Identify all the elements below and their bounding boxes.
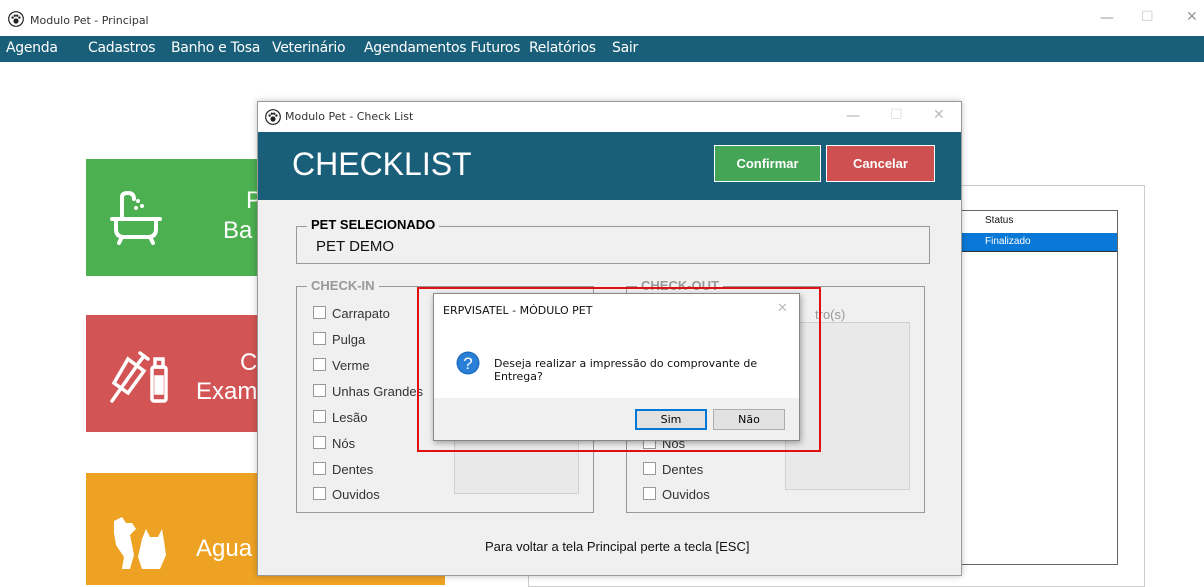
confirm-button[interactable]: Confirmar — [714, 145, 821, 182]
checkbox[interactable] — [313, 462, 326, 475]
checkbox[interactable] — [643, 462, 656, 475]
dialog-close-icon[interactable]: ✕ — [777, 300, 788, 316]
checkin-unhas-grandes[interactable]: Unhas Grandes — [313, 384, 423, 399]
main-title-bar: Modulo Pet - Principal — ☐ ✕ — [0, 0, 1204, 36]
minimize-button[interactable]: — — [1100, 10, 1114, 26]
grid-cell-status: Finalizado — [985, 236, 1031, 247]
checklist-close-button[interactable]: ✕ — [933, 107, 945, 123]
checklist-heading: CHECKLIST — [292, 146, 472, 182]
yes-button[interactable]: Sim — [635, 409, 707, 430]
maximize-button[interactable]: ☐ — [1141, 9, 1154, 25]
dialog-title: ERPVISATEL - MÓDULO PET — [443, 304, 593, 317]
checkbox[interactable] — [313, 436, 326, 449]
footer-hint: Para voltar a tela Principal perte a tec… — [485, 539, 750, 554]
checkin-group-title: CHECK-IN — [307, 278, 379, 293]
paw-logo-icon — [265, 109, 281, 125]
checklist-header: CHECKLIST Confirmar Cancelar — [258, 132, 961, 200]
checkbox[interactable] — [313, 358, 326, 371]
main-window-title: Modulo Pet - Principal — [30, 14, 149, 27]
menu-veterinario[interactable]: Veterinário — [272, 40, 346, 56]
tile-banho-line2: Ba — [223, 217, 253, 244]
pet-selected-group-title: PET SELECIONADO — [307, 217, 440, 232]
checkbox[interactable] — [313, 332, 326, 345]
checklist-maximize-button[interactable]: ☐ — [890, 107, 903, 123]
bathtub-icon — [108, 190, 164, 250]
menu-sair[interactable]: Sair — [612, 40, 638, 56]
checkbox[interactable] — [313, 306, 326, 319]
checkin-dentes[interactable]: Dentes — [313, 462, 373, 477]
grid-header-status[interactable]: Status — [985, 215, 1013, 226]
checkout-dentes[interactable]: Dentes — [643, 462, 703, 477]
checklist-title-bar: Modulo Pet - Check List — ☐ ✕ — [258, 102, 961, 132]
pet-selected-group: PET SELECIONADO PET DEMO — [296, 217, 930, 264]
checkbox[interactable] — [643, 487, 656, 500]
menu-cadastros[interactable]: Cadastros — [88, 40, 156, 56]
pet-name-field[interactable]: PET DEMO — [316, 238, 394, 255]
checkbox[interactable] — [313, 487, 326, 500]
checkbox[interactable] — [313, 410, 326, 423]
menu-agendamentos-futuros[interactable]: Agendamentos Futuros — [364, 40, 520, 56]
checkin-verme[interactable]: Verme — [313, 358, 370, 373]
menu-bar: Agenda Cadastros Banho e Tosa Veterinári… — [0, 36, 1204, 62]
menu-banho-e-tosa[interactable]: Banho e Tosa — [171, 40, 260, 56]
no-button[interactable]: Não — [713, 409, 785, 430]
checkin-pulga[interactable]: Pulga — [313, 332, 365, 347]
close-button[interactable]: ✕ — [1186, 9, 1198, 25]
paw-logo-icon — [8, 11, 24, 27]
svg-text:?: ? — [463, 354, 472, 373]
cancel-button[interactable]: Cancelar — [826, 145, 935, 182]
checkin-nos[interactable]: Nós — [313, 436, 355, 451]
checkin-carrapato[interactable]: Carrapato — [313, 306, 390, 321]
tile-aguardando-line2: Agua — [196, 535, 253, 562]
menu-agenda[interactable]: Agenda — [6, 40, 58, 56]
dialog-message: Deseja realizar a impressão do comprovan… — [494, 357, 758, 383]
tile-exames-line1: C — [240, 349, 258, 376]
checklist-window-title: Modulo Pet - Check List — [285, 110, 414, 123]
checkout-ouvidos[interactable]: Ouvidos — [643, 487, 710, 502]
question-icon: ? — [456, 351, 480, 375]
checklist-minimize-button[interactable]: — — [846, 108, 860, 124]
checkin-lesao[interactable]: Lesão — [313, 410, 367, 425]
tile-exames-line2: Exam — [196, 378, 258, 405]
menu-relatorios[interactable]: Relatórios — [529, 40, 596, 56]
checkin-ouvidos[interactable]: Ouvidos — [313, 487, 380, 502]
vaccine-icon — [106, 347, 168, 410]
confirm-print-dialog: ERPVISATEL - MÓDULO PET ✕ ? Deseja reali… — [433, 293, 800, 441]
checkbox[interactable] — [313, 384, 326, 397]
dog-cat-icon — [108, 515, 168, 576]
